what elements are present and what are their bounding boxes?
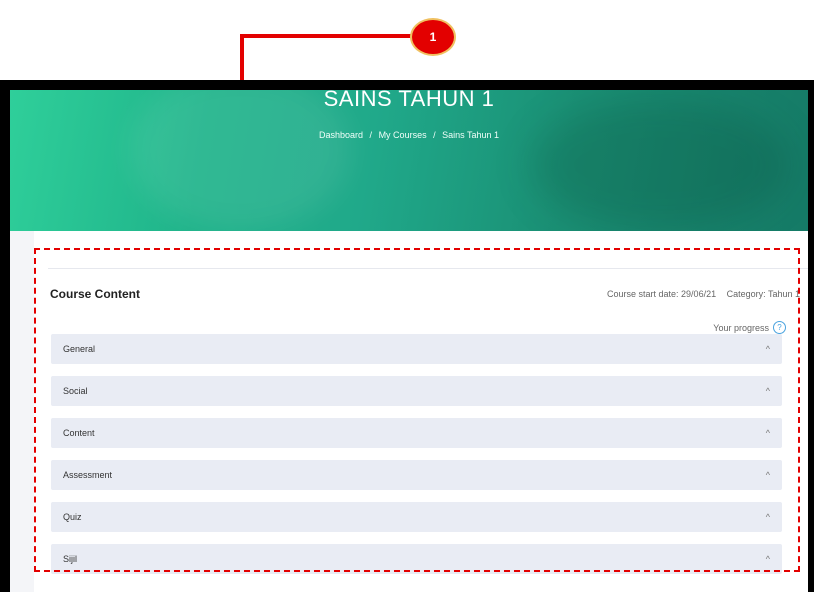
breadcrumb: Dashboard / My Courses / Sains Tahun 1	[10, 130, 808, 140]
highlight-box	[34, 248, 800, 572]
annotation-arrow-horizontal	[240, 34, 412, 38]
course-banner: SAINS TAHUN 1 Dashboard / My Courses / S…	[10, 90, 808, 231]
breadcrumb-separator: /	[433, 130, 436, 140]
breadcrumb-dashboard[interactable]: Dashboard	[319, 130, 363, 140]
breadcrumb-my-courses[interactable]: My Courses	[379, 130, 427, 140]
step-number-badge: 1	[410, 18, 456, 56]
course-title: SAINS TAHUN 1	[323, 90, 495, 111]
banner-decoration	[530, 100, 790, 230]
breadcrumb-separator: /	[369, 130, 373, 140]
breadcrumb-current-course: Sains Tahun 1	[442, 130, 500, 140]
